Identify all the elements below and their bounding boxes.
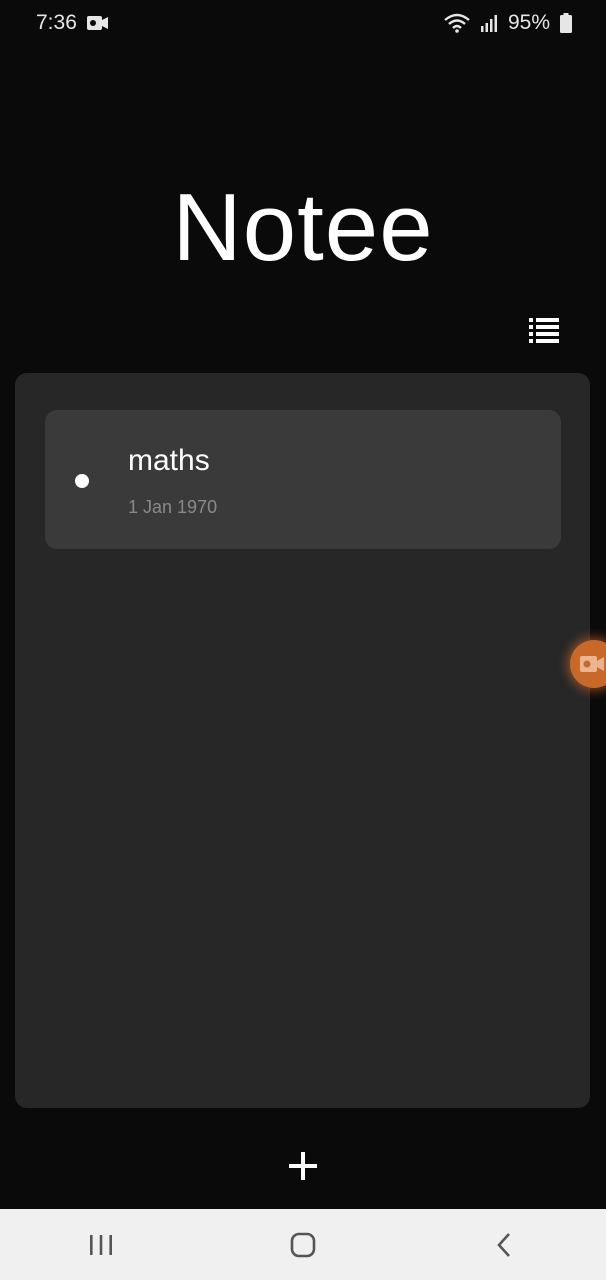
list-view-icon: [529, 318, 559, 343]
wifi-icon: [444, 13, 470, 33]
back-button[interactable]: [465, 1215, 545, 1275]
note-card[interactable]: maths 1 Jan 1970: [45, 410, 561, 549]
app-title: Notee: [172, 174, 434, 281]
bullet-icon: [75, 474, 89, 488]
list-view-button[interactable]: [526, 314, 562, 348]
signal-icon: [480, 14, 498, 32]
battery-percent: 95%: [507, 11, 550, 34]
video-camera-icon: [580, 656, 604, 672]
home-icon: [290, 1232, 316, 1257]
status-right: 95%: [444, 11, 572, 35]
video-camera-icon: [86, 15, 109, 31]
status-time: 7:36: [36, 11, 77, 34]
battery-icon: [560, 13, 572, 33]
status-left: 7:36: [36, 11, 109, 35]
plus-icon: [289, 1152, 317, 1180]
back-icon: [497, 1232, 510, 1257]
note-title: maths: [128, 444, 210, 477]
note-date: 1 Jan 1970: [128, 497, 218, 517]
app-screen: 7:36 95% Notee maths 1 Jan 1970: [0, 0, 606, 1280]
home-button[interactable]: [263, 1215, 343, 1275]
system-nav-bar: [0, 1209, 606, 1280]
recents-icon: [90, 1234, 112, 1255]
status-bar: 7:36 95%: [0, 0, 606, 46]
add-note-button[interactable]: [283, 1146, 323, 1186]
notes-panel: maths 1 Jan 1970: [15, 373, 590, 1108]
recents-button[interactable]: [61, 1215, 141, 1275]
